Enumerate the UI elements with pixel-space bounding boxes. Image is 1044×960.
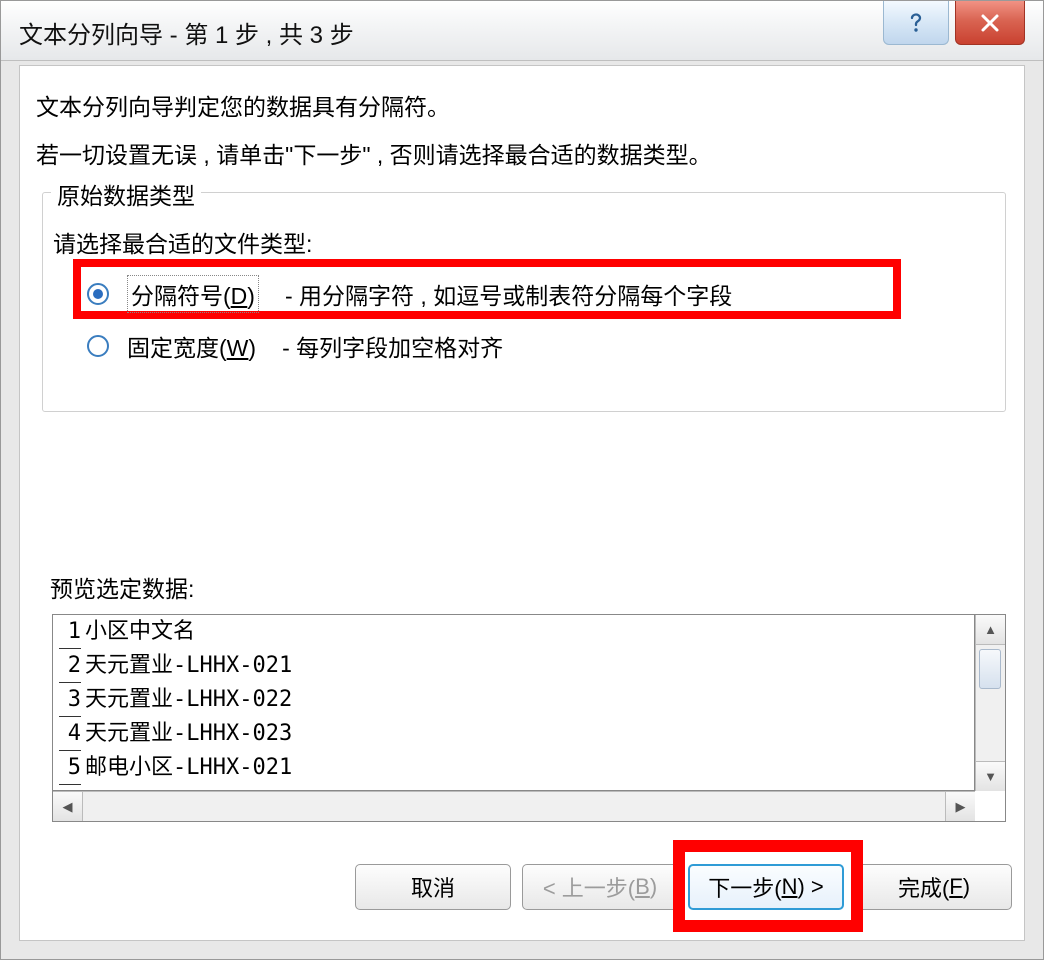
scroll-down-icon[interactable]: ▼ bbox=[976, 761, 1005, 791]
help-icon bbox=[904, 11, 928, 35]
vertical-scrollbar[interactable]: ▲ ▼ bbox=[975, 615, 1005, 791]
scroll-up-icon[interactable]: ▲ bbox=[976, 615, 1005, 645]
scroll-left-icon[interactable]: ◀ bbox=[53, 792, 83, 821]
window: 文本分列向导 - 第 1 步 , 共 3 步 文本分列向导判定您的数据具有分隔符… bbox=[0, 0, 1044, 960]
preview-line: 5邮电小区-LHHX-021 bbox=[53, 751, 974, 785]
radio-delimited-row[interactable]: 分隔符号(D) - 用分隔字符 , 如逗号或制表符分隔每个字段 bbox=[87, 269, 732, 319]
preview-line: 4天元置业-LHHX-023 bbox=[53, 717, 974, 751]
original-data-type-fieldset: 原始数据类型 请选择最合适的文件类型: 分隔符号(D) - 用分隔字符 , 如逗… bbox=[42, 192, 1006, 412]
scroll-right-icon[interactable]: ▶ bbox=[945, 792, 975, 821]
choose-file-type-label: 请选择最合适的文件类型: bbox=[53, 225, 312, 259]
intro-line1: 文本分列向导判定您的数据具有分隔符。 bbox=[36, 88, 450, 122]
dialog-body: 文本分列向导判定您的数据具有分隔符。 若一切设置无误 , 请单击"下一步" , … bbox=[19, 65, 1025, 941]
finish-button[interactable]: 完成(F) bbox=[856, 864, 1012, 910]
close-icon bbox=[979, 12, 1001, 34]
radio-delimited[interactable] bbox=[87, 283, 109, 305]
fieldset-legend: 原始数据类型 bbox=[51, 177, 201, 211]
titlebar: 文本分列向导 - 第 1 步 , 共 3 步 bbox=[1, 1, 1043, 61]
radio-fixedwidth-desc: - 每列字段加空格对齐 bbox=[282, 329, 503, 363]
preview-line: 1小区中文名 bbox=[53, 615, 974, 649]
horizontal-scrollbar[interactable]: ◀ ▶ bbox=[53, 791, 975, 821]
preview-content: 1小区中文名 2天元置业-LHHX-021 3天元置业-LHHX-022 4天元… bbox=[53, 615, 975, 791]
radio-delimited-label: 分隔符号(D) bbox=[127, 275, 259, 313]
preview-line: 2天元置业-LHHX-021 bbox=[53, 649, 974, 683]
radio-fixedwidth-row[interactable]: 固定宽度(W) - 每列字段加空格对齐 bbox=[87, 321, 503, 371]
preview-label: 预览选定数据: bbox=[50, 570, 194, 604]
preview-box: 1小区中文名 2天元置业-LHHX-021 3天元置业-LHHX-022 4天元… bbox=[52, 614, 1006, 822]
radio-fixedwidth-label: 固定宽度(W) bbox=[127, 329, 256, 363]
intro-line2: 若一切设置无误 , 请单击"下一步" , 否则请选择最合适的数据类型。 bbox=[36, 136, 712, 170]
help-button[interactable] bbox=[883, 1, 949, 45]
preview-line: 3天元置业-LHHX-022 bbox=[53, 683, 974, 717]
radio-delimited-desc: - 用分隔字符 , 如逗号或制表符分隔每个字段 bbox=[285, 277, 732, 311]
back-button: < 上一步(B) bbox=[522, 864, 678, 910]
close-button[interactable] bbox=[955, 1, 1025, 45]
window-title: 文本分列向导 - 第 1 步 , 共 3 步 bbox=[19, 15, 354, 50]
next-button[interactable]: 下一步(N) > bbox=[688, 864, 844, 910]
cancel-button[interactable]: 取消 bbox=[355, 864, 511, 910]
radio-fixedwidth[interactable] bbox=[87, 335, 109, 357]
scroll-thumb[interactable] bbox=[979, 649, 1001, 689]
